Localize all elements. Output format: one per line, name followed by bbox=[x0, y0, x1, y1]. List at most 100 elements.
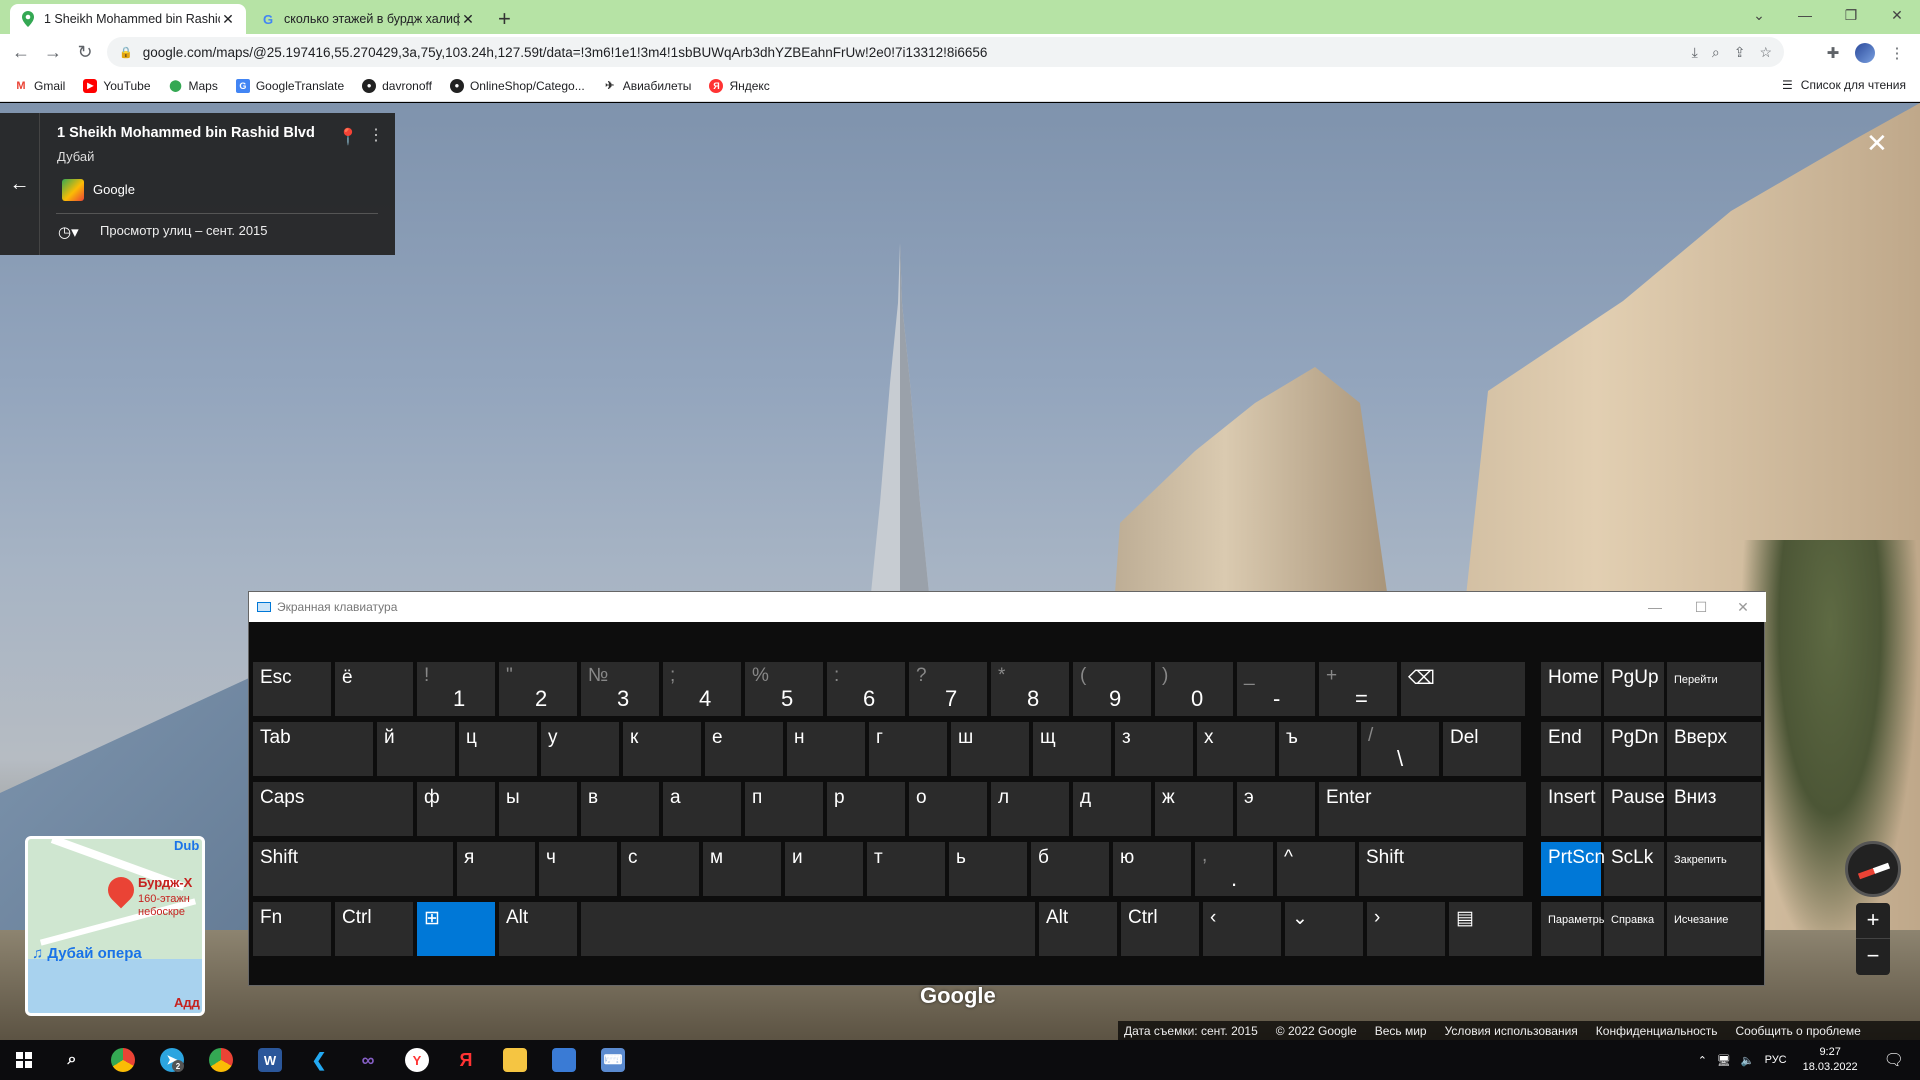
osk-close-button[interactable]: ✕ bbox=[1720, 592, 1766, 622]
back-arrow-icon[interactable]: ← bbox=[10, 41, 32, 63]
osk-key[interactable]: с bbox=[621, 842, 699, 896]
new-tab-button[interactable]: + bbox=[498, 6, 511, 32]
yandex-icon[interactable]: Я bbox=[454, 1048, 478, 1072]
osk-key[interactable]: у bbox=[541, 722, 619, 776]
url-text[interactable]: google.com/maps/@25.197416,55.270429,3a,… bbox=[143, 45, 1692, 60]
osk-key[interactable]: * 8 bbox=[991, 662, 1069, 716]
yandex-browser-icon[interactable]: Y bbox=[405, 1048, 429, 1072]
osk-key[interactable]: ,. bbox=[1195, 842, 1273, 896]
osk-key[interactable]: б bbox=[1031, 842, 1109, 896]
osk-minimize-button[interactable]: — bbox=[1632, 592, 1678, 622]
network-icon[interactable]: 🖥 bbox=[1717, 1054, 1731, 1067]
privacy-link[interactable]: Конфиденциальность bbox=[1596, 1024, 1718, 1038]
bookmark-star-icon[interactable]: ☆ bbox=[1759, 44, 1772, 61]
osk-key[interactable]: р bbox=[827, 782, 905, 836]
address-bar[interactable]: 🔒 google.com/maps/@25.197416,55.270429,3… bbox=[107, 37, 1784, 67]
osk-key[interactable]: Del bbox=[1443, 722, 1521, 776]
osk-key[interactable]: Alt bbox=[499, 902, 577, 956]
osk-key[interactable]: Закрепить bbox=[1667, 842, 1761, 896]
osk-key[interactable]: Tab bbox=[253, 722, 373, 776]
osk-key[interactable]: в bbox=[581, 782, 659, 836]
osk-key[interactable]: Fn bbox=[253, 902, 331, 956]
language-indicator[interactable]: РУС bbox=[1765, 1054, 1787, 1066]
osk-key[interactable]: " 2 bbox=[499, 662, 577, 716]
bookmark-translate[interactable]: G GoogleTranslate bbox=[235, 78, 344, 93]
osk-key[interactable]: Справка bbox=[1604, 902, 1664, 956]
osk-key[interactable]: Insert bbox=[1541, 782, 1601, 836]
osk-key[interactable]: _ - bbox=[1237, 662, 1315, 716]
osk-key[interactable]: к bbox=[623, 722, 701, 776]
minimap[interactable]: Dub Бурдж-Х 160-этажн небоскре ♫ Дубай о… bbox=[25, 836, 205, 1016]
search-icon[interactable]: ⌕ bbox=[60, 1048, 84, 1072]
osk-key[interactable]: щ bbox=[1033, 722, 1111, 776]
forward-arrow-icon[interactable]: → bbox=[42, 41, 64, 63]
osk-key[interactable]: ю bbox=[1113, 842, 1191, 896]
bookmark-onlineshop[interactable]: ● OnlineShop/Catego... bbox=[449, 78, 585, 93]
osk-key[interactable]: + = bbox=[1319, 662, 1397, 716]
osk-app-icon[interactable]: ⌨ bbox=[601, 1048, 625, 1072]
osk-key[interactable]: ё bbox=[335, 662, 413, 716]
more-vert-icon[interactable]: ⋮ bbox=[368, 125, 384, 145]
bookmark-davronoff[interactable]: ● davronoff bbox=[362, 78, 432, 93]
bookmark-yandex[interactable]: Я Яндекс bbox=[709, 78, 770, 93]
terms-link[interactable]: Условия использования bbox=[1445, 1024, 1578, 1038]
osk-key[interactable]: ScLk bbox=[1604, 842, 1664, 896]
osk-key[interactable]: й bbox=[377, 722, 455, 776]
osk-key[interactable]: т bbox=[867, 842, 945, 896]
osk-key[interactable]: PgUp bbox=[1604, 662, 1664, 716]
osk-key[interactable]: х bbox=[1197, 722, 1275, 776]
osk-key[interactable]: № 3 bbox=[581, 662, 659, 716]
visual-studio-icon[interactable]: ∞ bbox=[356, 1048, 380, 1072]
chrome-icon[interactable] bbox=[111, 1048, 135, 1072]
region-link[interactable]: Весь мир bbox=[1375, 1024, 1427, 1038]
osk-key[interactable]: Исчезание bbox=[1667, 902, 1761, 956]
osk-key[interactable]: PgDn bbox=[1604, 722, 1664, 776]
report-link[interactable]: Сообщить о проблеме bbox=[1736, 1024, 1861, 1038]
osk-key[interactable]: Ctrl bbox=[1121, 902, 1199, 956]
back-arrow-icon[interactable]: ← bbox=[0, 113, 40, 255]
osk-key[interactable]: Pause bbox=[1604, 782, 1665, 836]
compass-button[interactable] bbox=[1845, 841, 1901, 897]
osk-key[interactable]: ! 1 bbox=[417, 662, 495, 716]
osk-key[interactable]: ы bbox=[499, 782, 577, 836]
notifications-icon[interactable]: 🗨 bbox=[1868, 1050, 1920, 1070]
tab-search-chevron-icon[interactable]: ⌄ bbox=[1736, 0, 1782, 30]
remote-desktop-icon[interactable] bbox=[552, 1048, 576, 1072]
osk-key[interactable]: ь bbox=[949, 842, 1027, 896]
minimize-button[interactable]: — bbox=[1782, 0, 1828, 30]
windows-start-icon[interactable] bbox=[12, 1048, 36, 1072]
osk-key[interactable]: з bbox=[1115, 722, 1193, 776]
osk-key[interactable]: э bbox=[1237, 782, 1315, 836]
osk-key[interactable]: Caps bbox=[253, 782, 413, 836]
osk-key[interactable]: ц bbox=[459, 722, 537, 776]
osk-key[interactable]: ш bbox=[951, 722, 1029, 776]
bookmark-aviatickets[interactable]: ✈ Авиабилеты bbox=[603, 79, 691, 93]
osk-key[interactable]: ? 7 bbox=[909, 662, 987, 716]
chrome-menu-icon[interactable]: ⋮ bbox=[1886, 42, 1908, 64]
vscode-icon[interactable]: ❮ bbox=[307, 1048, 331, 1072]
osk-key[interactable]: а bbox=[663, 782, 741, 836]
location-pin-icon[interactable]: 📍 bbox=[338, 127, 358, 147]
osk-key[interactable]: ч bbox=[539, 842, 617, 896]
osk-key[interactable]: г bbox=[869, 722, 947, 776]
share-icon[interactable]: ⇪ bbox=[1734, 44, 1746, 61]
osk-key[interactable]: End bbox=[1541, 722, 1601, 776]
osk-key[interactable]: ) 0 bbox=[1155, 662, 1233, 716]
restore-button[interactable]: ❐ bbox=[1828, 0, 1874, 30]
osk-key[interactable]: Shift bbox=[253, 842, 453, 896]
osk-key[interactable]: :6 bbox=[827, 662, 905, 716]
install-app-icon[interactable]: ⤓ bbox=[1692, 44, 1698, 61]
word-icon[interactable]: W bbox=[258, 1048, 282, 1072]
osk-key[interactable]: Home bbox=[1541, 662, 1601, 716]
osk-key[interactable]: ⌫ bbox=[1401, 662, 1525, 716]
chrome-icon[interactable] bbox=[209, 1048, 233, 1072]
osk-key[interactable]: ^ bbox=[1277, 842, 1355, 896]
osk-key[interactable]: ‹ bbox=[1203, 902, 1281, 956]
osk-key[interactable]: › bbox=[1367, 902, 1445, 956]
osk-key[interactable]: ; 4 bbox=[663, 662, 741, 716]
osk-key[interactable]: ⊞ bbox=[417, 902, 495, 956]
tab-close-icon[interactable]: ✕ bbox=[460, 11, 476, 28]
osk-key[interactable]: Ctrl bbox=[335, 902, 413, 956]
reading-list-button[interactable]: ☰ Список для чтения bbox=[1782, 78, 1906, 92]
osk-key[interactable]: н bbox=[787, 722, 865, 776]
